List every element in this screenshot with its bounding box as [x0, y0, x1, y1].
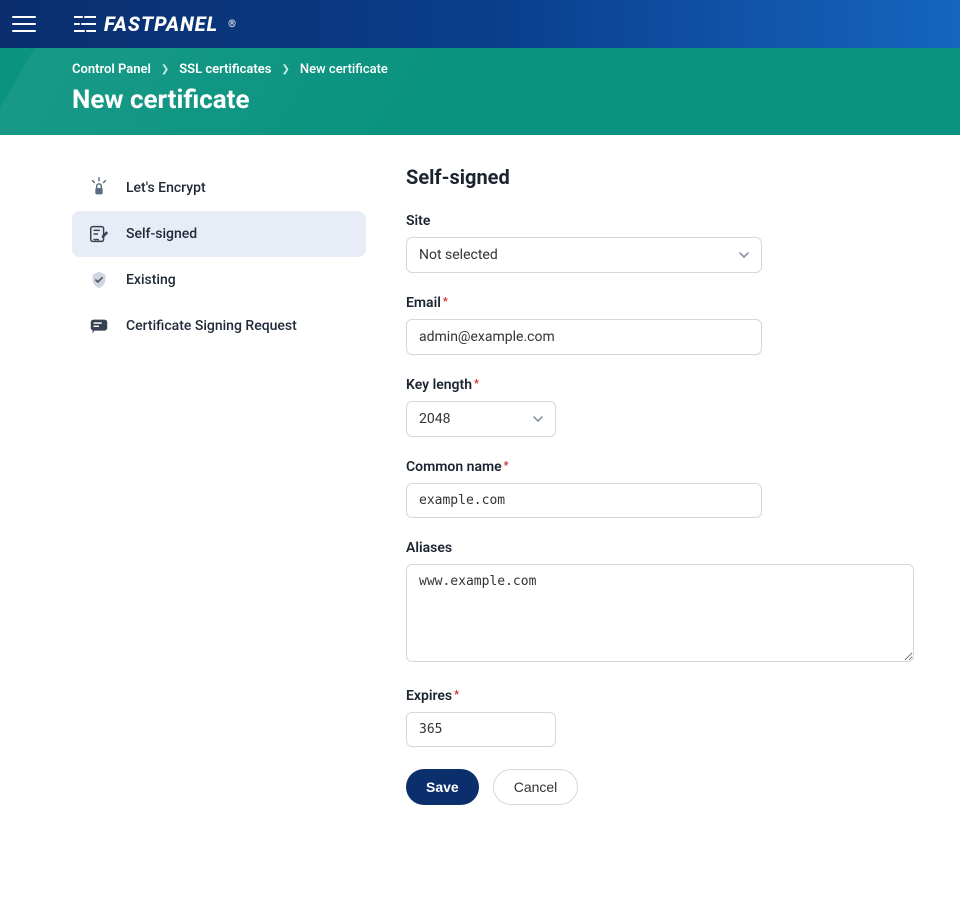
label-aliases: Aliases — [406, 540, 914, 556]
breadcrumb: Control Panel ❯ SSL certificates ❯ New c… — [72, 62, 888, 77]
sidenav-item-self-signed[interactable]: Self-signed — [72, 211, 366, 257]
lock-rays-icon — [88, 177, 110, 199]
page-title: New certificate — [72, 85, 888, 115]
brand-glyph-icon — [74, 15, 96, 33]
sidenav-item-label: Self-signed — [126, 226, 197, 242]
shield-check-icon — [88, 269, 110, 291]
menu-toggle-button[interactable] — [12, 12, 36, 36]
sidenav-item-label: Existing — [126, 272, 176, 288]
label-key-length: Key length* — [406, 377, 914, 393]
field-expires: Expires* — [406, 688, 914, 747]
email-input[interactable] — [406, 319, 762, 355]
field-key-length: Key length* 2048 — [406, 377, 914, 437]
content: Let's Encrypt Self-signed — [0, 135, 960, 845]
sidenav-item-label: Certificate Signing Request — [126, 318, 297, 334]
form-actions: Save Cancel — [406, 769, 914, 805]
brand-trademark: ® — [228, 19, 237, 30]
chevron-right-icon: ❯ — [281, 64, 289, 75]
chevron-right-icon: ❯ — [161, 64, 169, 75]
field-email: Email* — [406, 295, 914, 355]
aliases-textarea[interactable] — [406, 564, 914, 662]
common-name-input[interactable] — [406, 483, 762, 518]
site-select[interactable]: Not selected — [406, 237, 762, 273]
sidenav-item-existing[interactable]: Existing — [72, 257, 366, 303]
form-title: Self-signed — [406, 165, 914, 189]
save-button[interactable]: Save — [406, 769, 479, 805]
breadcrumb-current: New certificate — [300, 62, 388, 77]
breadcrumb-link-control-panel[interactable]: Control Panel — [72, 62, 151, 77]
page-header: Control Panel ❯ SSL certificates ❯ New c… — [0, 48, 960, 135]
label-common-name: Common name* — [406, 459, 914, 475]
field-site: Site Not selected — [406, 213, 914, 273]
field-aliases: Aliases — [406, 540, 914, 666]
note-pencil-icon — [88, 223, 110, 245]
label-email: Email* — [406, 295, 914, 311]
label-site: Site — [406, 213, 914, 229]
breadcrumb-link-ssl-certificates[interactable]: SSL certificates — [179, 62, 271, 77]
form-self-signed: Self-signed Site Not selected Email* Key… — [406, 165, 914, 805]
cancel-button[interactable]: Cancel — [493, 769, 579, 805]
sidenav-item-lets-encrypt[interactable]: Let's Encrypt — [72, 165, 366, 211]
field-common-name: Common name* — [406, 459, 914, 518]
brand-logo[interactable]: FASTPANEL ® — [74, 12, 237, 36]
key-length-select[interactable]: 2048 — [406, 401, 556, 437]
sidenav-item-csr[interactable]: Certificate Signing Request — [72, 303, 366, 349]
expires-input[interactable] — [406, 712, 556, 747]
cert-type-nav: Let's Encrypt Self-signed — [46, 165, 366, 805]
topbar: FASTPANEL ® — [0, 0, 960, 48]
sidenav-item-label: Let's Encrypt — [126, 180, 206, 196]
label-expires: Expires* — [406, 688, 914, 704]
brand-name: FASTPANEL — [104, 12, 218, 36]
message-lines-icon — [88, 315, 110, 337]
